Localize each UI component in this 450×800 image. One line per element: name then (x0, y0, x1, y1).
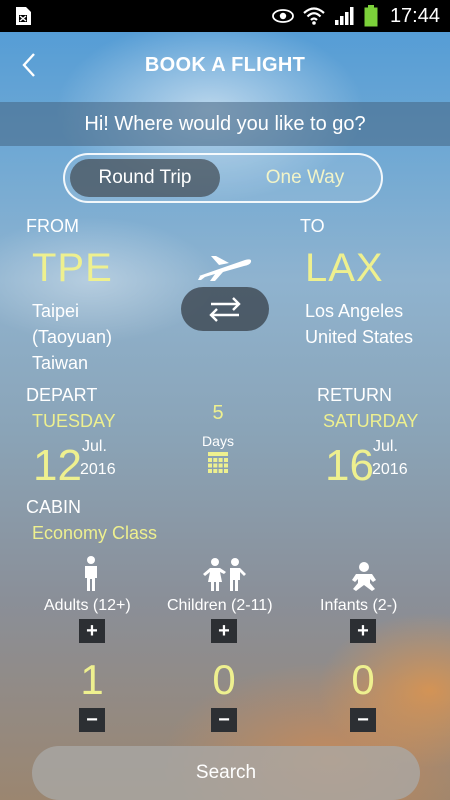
eye-icon (272, 9, 294, 23)
return-month: Jul. (373, 438, 398, 455)
to-label: TO (300, 216, 325, 236)
depart-label: DEPART (26, 385, 98, 405)
depart-weekday[interactable]: TUESDAY (32, 411, 116, 432)
infants-label: Infants (2-) (320, 597, 398, 614)
from-label: FROM (26, 216, 79, 236)
to-airport-code[interactable]: LAX (305, 246, 384, 291)
children-icon (203, 558, 246, 591)
status-bar: 17:44 (0, 0, 450, 32)
one-way-option[interactable]: One Way (230, 159, 380, 197)
adults-decrement-button[interactable]: − (79, 708, 105, 732)
depart-year: 2016 (80, 461, 116, 478)
adults-increment-button[interactable]: + (79, 619, 105, 643)
to-country: United States (305, 327, 414, 347)
return-year: 2016 (372, 461, 408, 478)
adults-label: Adults (12+) (44, 597, 131, 614)
wifi-icon (303, 7, 325, 25)
greeting-text: Hi! Where would you like to go? (84, 112, 366, 135)
return-label: RETURN (317, 385, 392, 405)
from-country: Taiwan (32, 353, 89, 373)
calendar-icon[interactable] (208, 452, 228, 474)
airplane-icon (198, 256, 252, 281)
adults-count: 1 (80, 656, 104, 703)
depart-month: Jul. (82, 438, 107, 455)
children-count: 0 (212, 656, 236, 703)
infants-decrement-button[interactable]: − (350, 708, 376, 732)
page-title: BOOK A FLIGHT (144, 54, 306, 76)
adult-icon (85, 556, 97, 591)
swap-airports-button[interactable] (181, 287, 269, 331)
signal-icon (334, 7, 354, 25)
to-city[interactable]: Los Angeles United States (305, 298, 413, 350)
infant-icon (352, 562, 376, 591)
trip-duration-unit: Days (202, 433, 234, 449)
return-weekday[interactable]: SATURDAY (323, 411, 418, 432)
to-city-name: Los Angeles (305, 301, 404, 321)
trip-type-toggle: Round Trip One Way (63, 153, 383, 203)
return-day[interactable]: 16 (325, 441, 374, 491)
cabin-label: CABIN (26, 497, 82, 517)
children-label: Children (2-11) (167, 597, 273, 614)
clock-time: 17:44 (389, 4, 440, 27)
from-city[interactable]: Taipei (Taoyuan) Taiwan (32, 298, 112, 376)
depart-day[interactable]: 12 (33, 441, 82, 491)
infants-increment-button[interactable]: + (350, 619, 376, 643)
search-button[interactable]: Search (32, 746, 420, 800)
greeting-banner: Hi! Where would you like to go? (0, 102, 450, 146)
trip-duration-count: 5 (212, 402, 224, 424)
from-airport-code[interactable]: TPE (32, 246, 113, 291)
from-city-detail: (Taoyuan) (32, 327, 113, 347)
app-bar: BOOK A FLIGHT (0, 32, 450, 100)
from-city-name: Taipei (32, 301, 80, 321)
battery-icon (364, 5, 378, 27)
swap-arrows-icon (209, 297, 241, 322)
sim-card-icon (16, 7, 31, 25)
children-decrement-button[interactable]: − (211, 708, 237, 732)
round-trip-option[interactable]: Round Trip (70, 159, 220, 197)
children-increment-button[interactable]: + (211, 619, 237, 643)
infants-count: 0 (351, 656, 375, 703)
cabin-class-selector[interactable]: Economy Class (32, 523, 157, 544)
